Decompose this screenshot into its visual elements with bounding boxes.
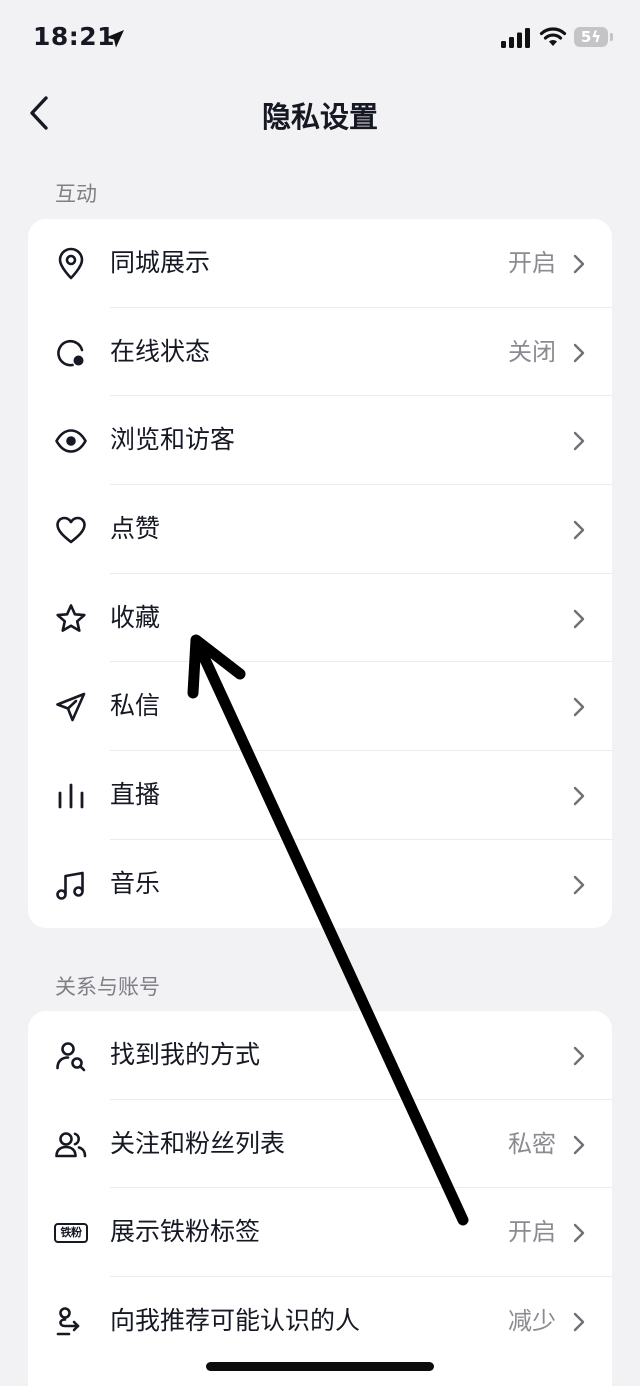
section-label-interaction: 互动 xyxy=(55,182,97,206)
location-arrow-icon xyxy=(106,30,124,48)
star-icon xyxy=(56,603,86,632)
chevron-right-icon xyxy=(573,786,585,806)
followers-icon xyxy=(55,1131,87,1157)
setting-row-nearby-display[interactable]: 同城展示 开启 xyxy=(28,219,612,308)
setting-row-online-status[interactable]: 在线状态 关闭 xyxy=(28,308,612,397)
setting-label: 私信 xyxy=(110,691,161,721)
setting-label: 向我推荐可能认识的人 xyxy=(110,1306,361,1336)
home-indicator[interactable] xyxy=(206,1362,434,1371)
setting-label: 在线状态 xyxy=(110,336,211,366)
battery-level: 5ϟ xyxy=(574,27,608,47)
wifi-icon xyxy=(539,27,567,46)
section-label-relationships-account: 关系与账号 xyxy=(55,975,160,999)
setting-value: 关闭 xyxy=(508,337,556,366)
setting-label: 直播 xyxy=(110,780,161,810)
heart-icon xyxy=(56,516,86,544)
setting-label: 浏览和访客 xyxy=(110,425,236,455)
chevron-right-icon xyxy=(573,520,585,540)
chevron-right-icon xyxy=(573,343,585,362)
relationships-account-card: 找到我的方式 关注和粉丝列表 私密 铁粉 展示铁粉标签 开启 向我推荐可能认识的… xyxy=(28,1011,612,1386)
setting-row-recommend-people[interactable]: 向我推荐可能认识的人 减少 xyxy=(28,1277,612,1366)
find-me-icon xyxy=(56,1042,86,1072)
setting-label: 找到我的方式 xyxy=(110,1040,261,1069)
status-bar: 18:21 5ϟ xyxy=(0,0,640,78)
setting-value: 开启 xyxy=(508,1218,556,1247)
chevron-right-icon xyxy=(573,432,585,451)
chevron-right-icon xyxy=(573,1046,585,1066)
setting-row-likes[interactable]: 点赞 xyxy=(28,485,612,574)
setting-row-follow-fans-list[interactable]: 关注和粉丝列表 私密 xyxy=(28,1100,612,1189)
setting-row-fan-tag[interactable]: 铁粉 展示铁粉标签 开启 xyxy=(28,1188,612,1278)
page-title: 隐私设置 xyxy=(261,100,378,134)
chevron-right-icon xyxy=(573,254,585,274)
setting-label: 收藏 xyxy=(110,602,161,632)
location-pin-icon xyxy=(58,247,84,280)
fan-tag-icon: 铁粉 xyxy=(54,1223,88,1244)
live-bars-icon xyxy=(58,783,84,809)
setting-row-direct-messages[interactable]: 私信 xyxy=(28,662,612,752)
setting-label: 同城展示 xyxy=(110,248,211,277)
chevron-right-icon xyxy=(573,1312,585,1332)
battery-level-text: 5 xyxy=(580,28,592,46)
charging-bolt-icon: ϟ xyxy=(591,28,602,46)
setting-value: 减少 xyxy=(508,1307,556,1336)
setting-label: 展示铁粉标签 xyxy=(110,1217,261,1247)
setting-row-find-me[interactable]: 找到我的方式 xyxy=(28,1011,612,1100)
battery-nub xyxy=(610,33,613,41)
chevron-right-icon xyxy=(573,875,585,895)
setting-label: 音乐 xyxy=(110,868,161,898)
setting-value: 开启 xyxy=(508,249,556,277)
setting-row-browse-visitors[interactable]: 浏览和访客 xyxy=(28,396,612,486)
chevron-right-icon xyxy=(573,1135,585,1154)
chevron-right-icon xyxy=(573,1224,585,1243)
recommend-people-icon xyxy=(56,1307,80,1336)
online-status-icon xyxy=(57,339,84,367)
chevron-right-icon xyxy=(573,609,585,628)
setting-row-live[interactable]: 直播 xyxy=(28,751,612,840)
battery-indicator: 5ϟ xyxy=(574,27,614,49)
setting-label: 关注和粉丝列表 xyxy=(110,1128,286,1158)
music-note-icon xyxy=(56,871,84,900)
cellular-signal-icon xyxy=(501,28,530,48)
setting-row-favorites[interactable]: 收藏 xyxy=(28,574,612,663)
setting-value: 私密 xyxy=(508,1129,556,1158)
interaction-settings-card: 同城展示 开启 在线状态 关闭 浏览和访客 点赞 收藏 私信 直播 音乐 xyxy=(28,219,612,928)
nav-bar: 隐私设置 xyxy=(0,78,640,150)
status-time: 18:21 xyxy=(33,22,116,51)
setting-row-music[interactable]: 音乐 xyxy=(28,840,612,928)
setting-label: 点赞 xyxy=(110,514,161,544)
chevron-right-icon xyxy=(573,698,585,717)
paper-plane-icon xyxy=(56,693,86,722)
eye-icon xyxy=(55,429,87,454)
